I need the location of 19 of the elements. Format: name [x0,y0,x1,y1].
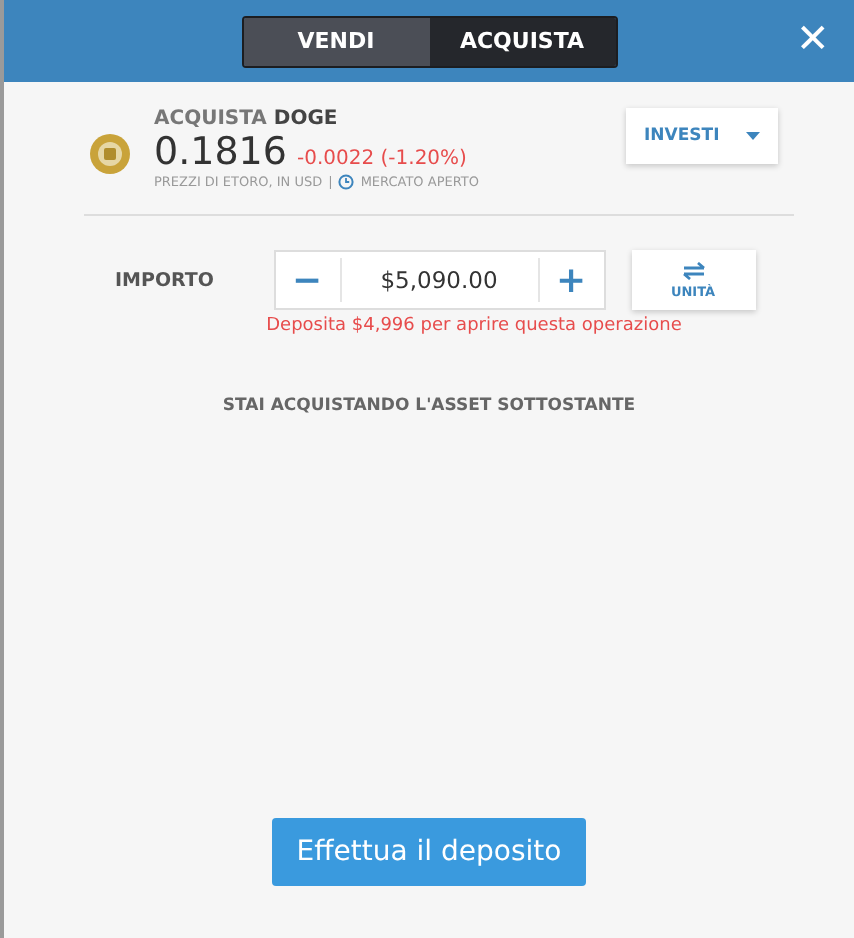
trade-tab[interactable]: VENDI [243,17,429,65]
asset-title: ACQUISTA DOGE [154,108,340,130]
coin-icon [90,134,130,174]
amount-stepper[interactable]: − $5,090.00 + [273,250,605,310]
close-button[interactable]: ✕ [792,14,834,64]
plus-button[interactable]: + [539,252,603,308]
amount-label: IMPORTO [115,269,216,291]
minus-button[interactable]: − [275,252,339,308]
asset-note: STAI ACQUISTANDO L'ASSET SOTTOSTANTE [222,396,636,416]
caret-icon [746,132,760,140]
deposit-button[interactable]: Effettua il deposito [272,818,586,886]
swap-icon [681,261,705,279]
invest-dropdown[interactable]: INVESTI [626,108,778,164]
price-change: -0.0022 (-1.20%) [296,148,467,170]
deposit-warning: Deposita $4,996 per aprire questa operazione [266,316,682,336]
trade-tab[interactable]: ACQUISTA [429,17,615,65]
asset-price: 0.1816 [154,130,287,174]
clock-icon [338,174,355,190]
amount-field[interactable]: $5,090.00 [339,258,539,302]
